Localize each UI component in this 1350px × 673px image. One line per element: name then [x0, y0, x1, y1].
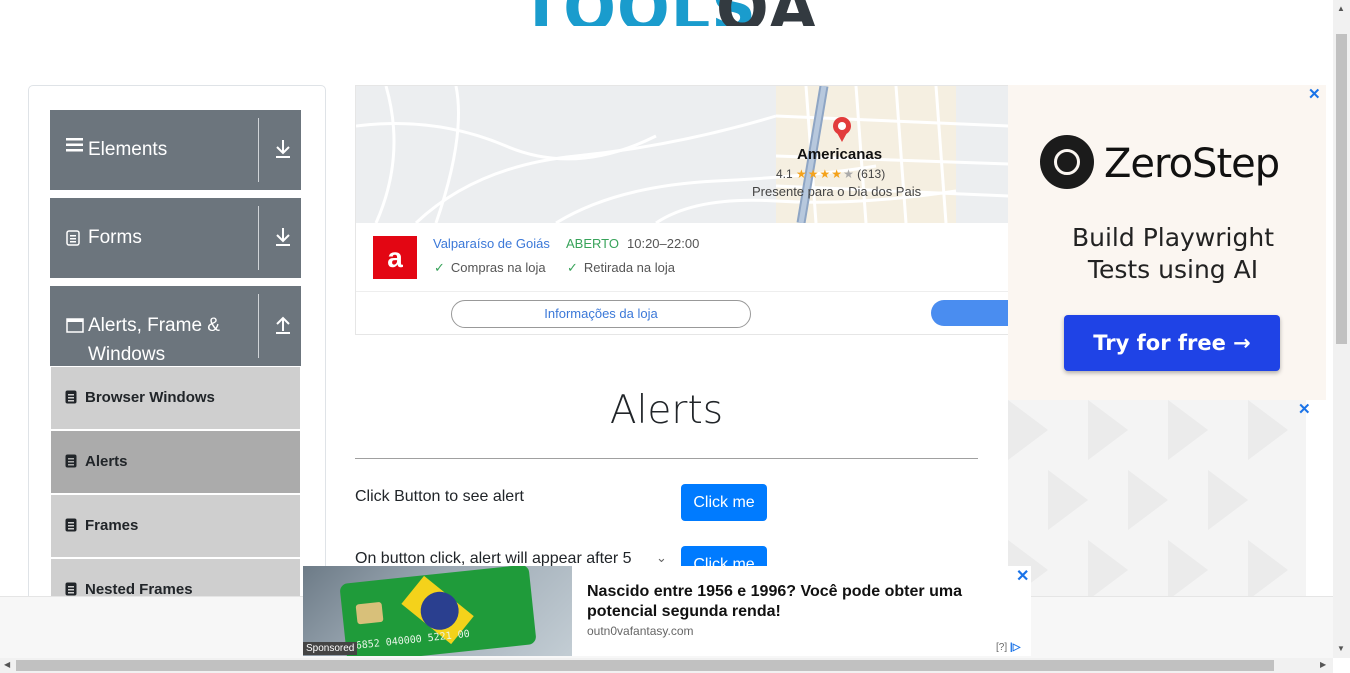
scroll-right-icon[interactable]: ▶ [1320, 660, 1326, 669]
alert-button[interactable]: Click me [681, 484, 767, 521]
list-icon [65, 518, 77, 532]
close-icon[interactable]: ✕ [1016, 566, 1029, 586]
download-arrow-icon [274, 226, 292, 248]
list-icon [65, 390, 77, 404]
place-rating-row: 4.1 ★★★★★ (613) [776, 167, 885, 181]
horizontal-scrollbar[interactable]: ◀ ▶ [0, 658, 1333, 673]
group-label-alerts-line2: Windows [88, 344, 166, 365]
title-divider [355, 458, 978, 459]
check-icon: ✓ [567, 260, 578, 275]
store-city: Valparaíso de Goiás [433, 236, 550, 251]
list-icon [65, 582, 77, 596]
upload-arrow-icon [274, 314, 292, 336]
ad-help-link[interactable]: [?] |▷ [996, 642, 1020, 653]
sidebar-item-frames[interactable]: Frames [51, 495, 300, 559]
map-streets [356, 86, 1009, 223]
toolsqa-logo[interactable]: TOOLS QA [520, 0, 840, 50]
check-icon: ✓ [434, 260, 445, 275]
sidebar-item-label: Browser Windows [85, 389, 215, 406]
close-icon[interactable]: ✕ [1298, 400, 1311, 418]
group-header-elements[interactable]: Elements [50, 110, 301, 190]
sidebar-item-alerts[interactable]: Alerts [51, 431, 300, 495]
document-icon [66, 230, 80, 251]
divider [258, 118, 259, 182]
rating-value: 4.1 [776, 167, 793, 181]
window-icon [66, 318, 84, 338]
ad-placeholder: ✕ [1008, 400, 1311, 600]
store-feature: ✓ Retirada na loja [567, 260, 675, 275]
place-name: Americanas [797, 146, 883, 163]
americanas-logo: a [373, 236, 417, 279]
divider [258, 294, 259, 358]
list-icon [65, 454, 77, 468]
ad-tagline: Build Playwright Tests using AI [1071, 223, 1275, 284]
scroll-thumb[interactable] [16, 660, 1274, 671]
page-title: Alerts [609, 388, 724, 433]
directions-button[interactable] [931, 300, 1009, 326]
vertical-scrollbar[interactable]: ▲ ▼ [1333, 0, 1350, 658]
group-label-alerts-line1: Alerts, Frame & [88, 315, 220, 336]
store-info-button[interactable]: Informações da loja [451, 300, 751, 328]
logo-qa-text: QA [716, 0, 817, 26]
sidebar-item-label: Alerts [85, 453, 128, 470]
scroll-thumb[interactable] [1336, 34, 1347, 344]
map-view[interactable]: Americanas 4.1 ★★★★★ (613) Presente para… [356, 86, 1009, 223]
star-rating-icon: ★★★★ [796, 167, 844, 181]
sponsored-label: Sponsored [303, 642, 358, 655]
hamburger-icon [66, 138, 83, 157]
ad-brand: ZeroStep [1104, 141, 1280, 187]
credit-card-graphic: 6852 040000 5221 00 [339, 566, 537, 656]
scroll-up-icon[interactable]: ▲ [1337, 4, 1345, 13]
sidebar-item-label: Frames [85, 517, 139, 534]
store-row[interactable]: a Valparaíso de Goiás ABERTO 10:20–22:00… [356, 223, 1009, 292]
group-label-forms: Forms [88, 227, 142, 248]
chevron-down-icon: ⌄ [656, 550, 667, 565]
store-feature: ✓ Compras na loja [434, 260, 546, 275]
scroll-down-icon[interactable]: ▼ [1337, 644, 1345, 653]
review-count: (613) [857, 167, 886, 181]
zerostep-logo-icon [1040, 135, 1094, 189]
ad-image: 6852 040000 5221 00 Sponsored [303, 566, 572, 656]
try-for-free-button[interactable]: Try for free → [1064, 315, 1280, 371]
adchoices-icon: |▷ [1009, 642, 1021, 653]
divider [258, 206, 259, 270]
group-label-elements: Elements [88, 139, 168, 160]
download-arrow-icon [274, 138, 292, 160]
ad-domain: outn0vafantasy.com [587, 624, 694, 638]
map-ad[interactable]: Americanas 4.1 ★★★★★ (613) Presente para… [355, 85, 1010, 335]
ad-headline[interactable]: Nascido entre 1956 e 1996? Você pode obt… [587, 582, 987, 622]
zerostep-ad[interactable]: ZeroStep Build Playwright Tests using AI… [1008, 85, 1326, 400]
group-header-alerts-frame-windows[interactable]: Alerts, Frame & Windows [50, 286, 301, 366]
star-empty-icon: ★ [843, 167, 854, 181]
group-header-forms[interactable]: Forms [50, 198, 301, 278]
sidebar-item-browser-windows[interactable]: Browser Windows [51, 367, 300, 431]
store-hours: 10:20–22:00 [627, 236, 700, 251]
close-icon[interactable]: ✕ [1308, 85, 1321, 103]
alert-row-label: Click Button to see alert [355, 488, 524, 505]
promo-text: Presente para o Dia dos Pais [752, 184, 922, 199]
bottom-ad[interactable]: 6852 040000 5221 00 Sponsored Nascido en… [303, 566, 1031, 656]
store-status: ABERTO [566, 236, 619, 251]
pattern-graphic [1008, 400, 1288, 600]
scroll-left-icon[interactable]: ◀ [4, 660, 10, 669]
left-sidebar: Elements Forms Alerts, Frame & Windows B… [28, 85, 326, 627]
